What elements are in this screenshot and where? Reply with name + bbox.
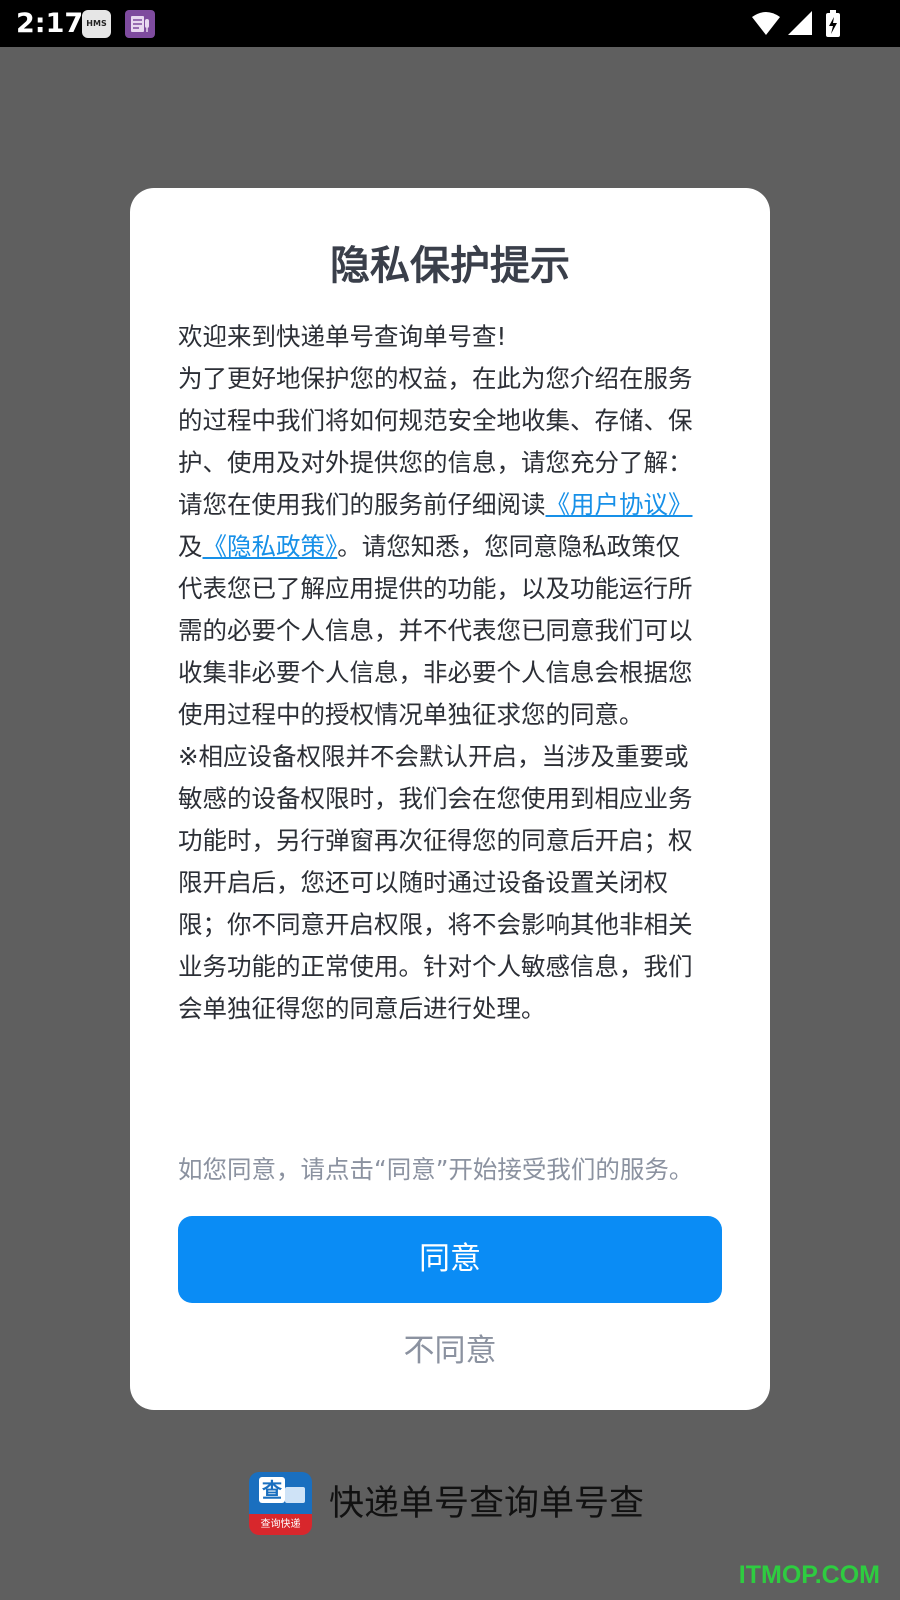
battery-charging-icon — [826, 10, 840, 37]
intro-text: 为了更好地保护您的权益，在此为您介绍在服务的过程中我们将如何规范安全地收集、存储… — [178, 364, 693, 477]
app-logo-icon: 查 查询快递 — [249, 1472, 312, 1535]
truck-icon — [285, 1487, 305, 1503]
disagree-button[interactable]: 不同意 — [178, 1316, 722, 1386]
wifi-icon — [752, 12, 780, 35]
status-right — [750, 9, 846, 39]
watermark: ITMOP.COM — [738, 1561, 880, 1589]
hms-icon: HMS — [82, 10, 111, 38]
app-name: 快递单号查询单号查 — [329, 1484, 645, 1524]
permission-note: ※相应设备权限并不会默认开启，当涉及重要或敏感的设备权限时，我们会在您使用到相应… — [178, 742, 693, 1023]
read-prefix: 请您在使用我们的服务前仔细阅读 — [178, 490, 546, 519]
status-bar: 2:17 HMS — [0, 0, 900, 47]
voice-recorder-icon — [125, 10, 155, 38]
agree-button[interactable]: 同意 — [178, 1216, 722, 1303]
policy-paragraph: 请您在使用我们的服务前仔细阅读《用户协议》及《隐私政策》。请您知悉，您同意隐私政… — [178, 484, 702, 736]
logo-caption: 查询快递 — [249, 1514, 312, 1535]
dialog-title: 隐私保护提示 — [330, 243, 570, 289]
status-time: 2:17 — [16, 8, 84, 39]
privacy-dialog: 隐私保护提示 欢迎来到快递单号查询单号查! 为了更好地保护您的权益，在此为您介绍… — [130, 188, 770, 1410]
read-suffix: 。请您知悉，您同意隐私政策仅代表您已了解应用提供的功能，以及功能运行所需的必要个… — [178, 532, 693, 729]
consent-hint: 如您同意，请点击“同意”开始接受我们的服务。 — [178, 1155, 694, 1184]
and-text: 及 — [178, 532, 203, 561]
dialog-body: 欢迎来到快递单号查询单号查! 为了更好地保护您的权益，在此为您介绍在服务的过程中… — [178, 316, 702, 1030]
privacy-policy-link[interactable]: 《隐私政策》 — [203, 532, 338, 561]
welcome-text: 欢迎来到快递单号查询单号查! — [178, 322, 507, 351]
logo-char: 查 — [259, 1477, 285, 1503]
user-agreement-link[interactable]: 《用户协议》 — [546, 490, 693, 519]
signal-icon — [788, 11, 812, 35]
